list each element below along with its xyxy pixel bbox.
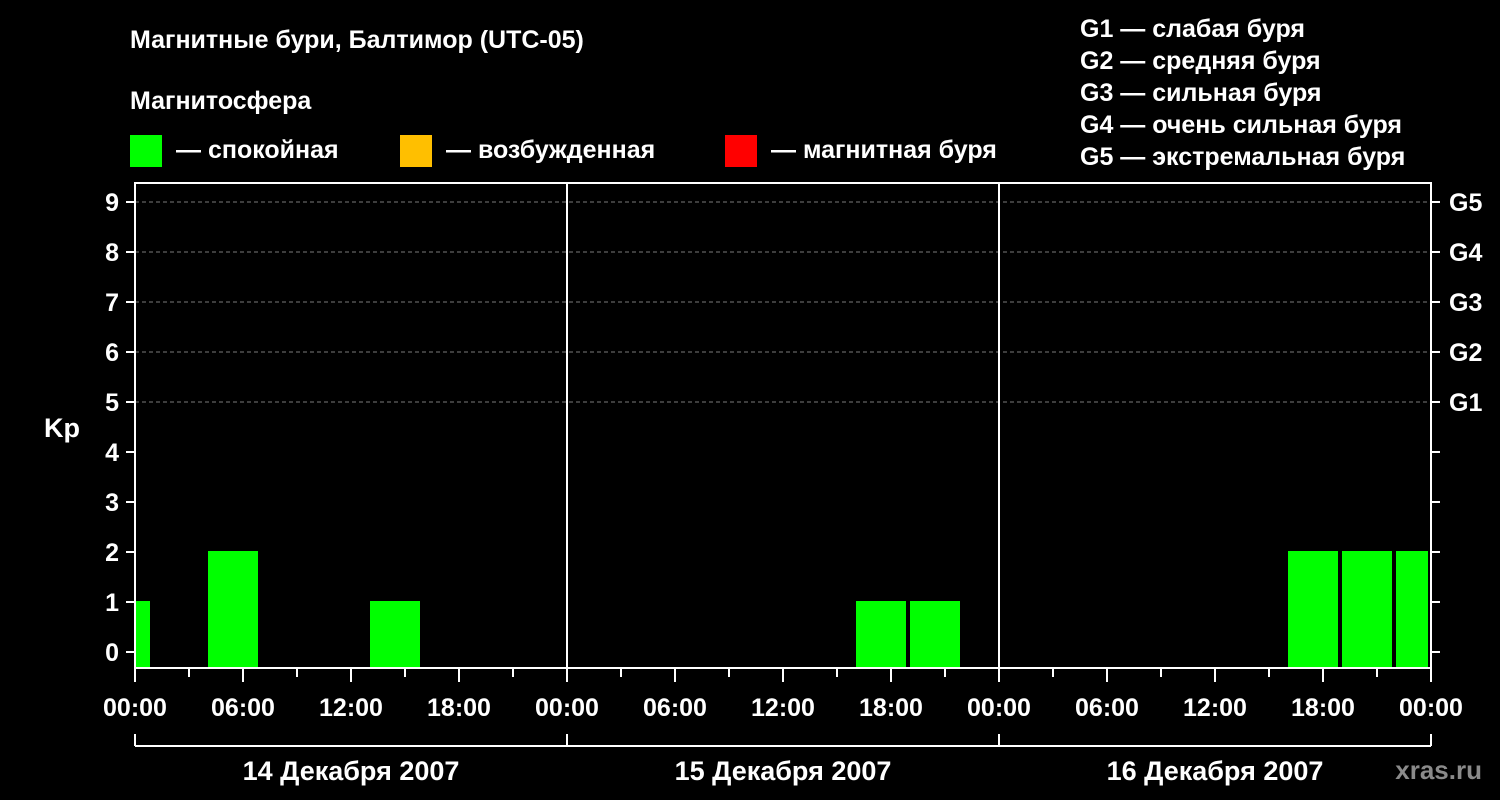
- kp-bar: [1342, 551, 1392, 668]
- kp-bar: [910, 601, 960, 668]
- g-scale-g3: G3 — сильная буря: [1080, 79, 1322, 107]
- x-tick-label: 06:00: [1075, 694, 1139, 722]
- date-label: 14 Декабря 2007: [243, 756, 460, 786]
- y-tick-label: 4: [105, 439, 119, 467]
- kp-bar: [1396, 551, 1428, 668]
- grid-lines: [135, 183, 1431, 668]
- kp-bar: [856, 601, 906, 668]
- y-tick-label: 5: [105, 389, 119, 417]
- legend-heading: Магнитосфера: [130, 87, 312, 115]
- bars: [136, 551, 1428, 668]
- x-tick-label: 00:00: [535, 694, 599, 722]
- legend-swatch-active: [400, 135, 432, 167]
- kp-chart: Магнитные бури, Балтимор (UTC-05) Магнит…: [44, 15, 1482, 786]
- y-tick-label: 9: [105, 189, 119, 217]
- kp-bar: [208, 551, 258, 668]
- legend-label-storm: — магнитная буря: [771, 136, 997, 164]
- plot-frame: [134, 182, 1432, 669]
- axes: [126, 182, 1440, 747]
- chart-title: Магнитные бури, Балтимор (UTC-05): [130, 26, 584, 54]
- y-tick-label: 1: [105, 589, 119, 617]
- legend-label-quiet: — спокойная: [176, 136, 339, 164]
- x-tick-label: 18:00: [859, 694, 923, 722]
- x-tick-label: 00:00: [967, 694, 1031, 722]
- x-tick-label: 00:00: [1399, 694, 1463, 722]
- g-level-label: G3: [1449, 289, 1482, 317]
- g-level-label: G5: [1449, 189, 1482, 217]
- legend-swatch-storm: [725, 135, 757, 167]
- g-scale-g1: G1 — слабая буря: [1080, 15, 1305, 43]
- y-tick-label: 8: [105, 239, 119, 267]
- y-tick-label: 0: [105, 639, 119, 667]
- x-tick-label: 18:00: [1291, 694, 1355, 722]
- legend-label-active: — возбужденная: [446, 136, 655, 164]
- g-scale-g5: G5 — экстремальная буря: [1080, 143, 1405, 171]
- y-tick-label: 7: [105, 289, 119, 317]
- tick-labels: 0 1 2 3 4 5 6 7 8 9 G1 G2 G3 G4 G5 00:00 06:00 12:00 18:00…: [103, 189, 1482, 786]
- y-axis-label: Kp: [44, 413, 80, 443]
- legend-swatch-quiet: [130, 135, 162, 167]
- kp-bar: [1288, 551, 1338, 668]
- kp-bar: [370, 601, 420, 668]
- x-tick-label: 12:00: [751, 694, 815, 722]
- date-label: 15 Декабря 2007: [675, 756, 892, 786]
- g-level-label: G4: [1449, 239, 1482, 267]
- g-level-label: G2: [1449, 339, 1482, 367]
- g-scale-g2: G2 — средняя буря: [1080, 47, 1321, 75]
- watermark: xras.ru: [1395, 755, 1482, 785]
- x-tick-label: 18:00: [427, 694, 491, 722]
- kp-bar: [136, 601, 150, 668]
- x-tick-label: 06:00: [211, 694, 275, 722]
- y-tick-label: 6: [105, 339, 119, 367]
- x-tick-label: 12:00: [319, 694, 383, 722]
- x-tick-label: 00:00: [103, 694, 167, 722]
- g-scale-g4: G4 — очень сильная буря: [1080, 111, 1402, 139]
- g-level-label: G1: [1449, 389, 1482, 417]
- y-tick-label: 2: [105, 539, 119, 567]
- y-tick-label: 3: [105, 489, 119, 517]
- date-label: 16 Декабря 2007: [1107, 756, 1324, 786]
- x-tick-label: 06:00: [643, 694, 707, 722]
- x-tick-label: 12:00: [1183, 694, 1247, 722]
